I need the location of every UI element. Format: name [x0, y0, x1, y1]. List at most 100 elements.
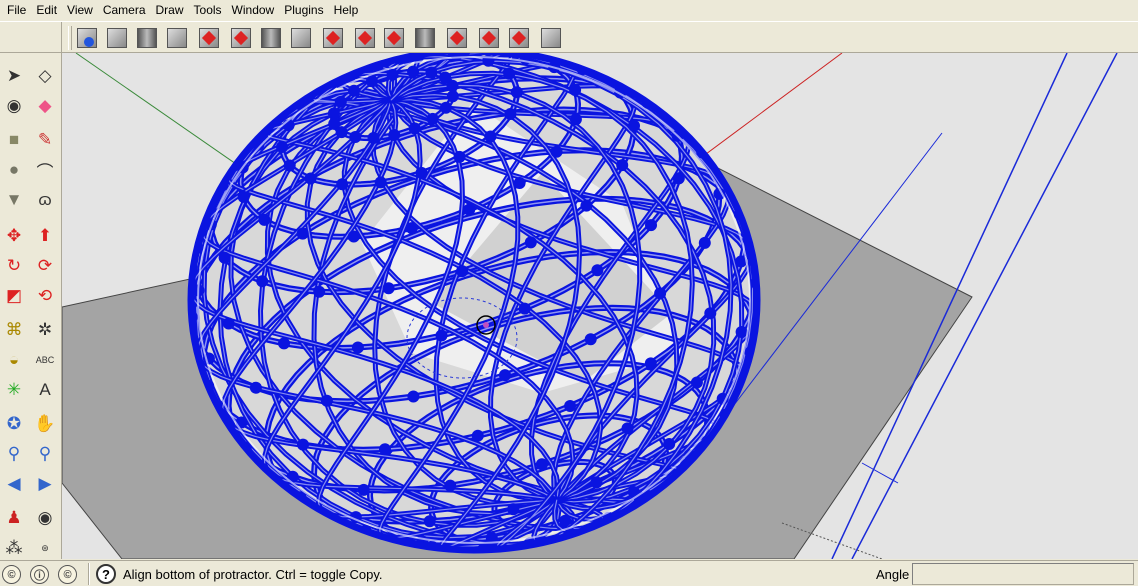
frame-node — [237, 190, 250, 203]
toolbar-grip[interactable] — [68, 26, 72, 50]
frame-node — [379, 443, 391, 456]
status-separator — [88, 563, 90, 585]
dimension-icon[interactable]: ✲ — [32, 317, 58, 343]
frame-node — [645, 219, 657, 232]
frame-node — [304, 172, 317, 185]
status-message: Align bottom of protractor. Ctrl = toggl… — [123, 567, 383, 582]
freehand-icon[interactable]: ɷ — [32, 187, 58, 213]
modeling-viewport[interactable] — [62, 53, 1138, 559]
frame-node — [327, 107, 340, 120]
credits-icon[interactable]: ⓘ — [30, 565, 49, 584]
frame-node — [425, 66, 438, 79]
frame-node — [386, 68, 399, 81]
eraser-pink-icon[interactable] — [506, 25, 532, 51]
frame-node — [584, 333, 597, 346]
frame-node — [559, 514, 572, 527]
section-plane-icon[interactable]: ⊛ — [32, 535, 58, 561]
follow-me-icon[interactable]: ⟳ — [32, 253, 58, 279]
orbit-icon[interactable]: ✪ — [1, 411, 27, 437]
eraser-pink-icon[interactable]: ◆ — [32, 93, 58, 119]
frame-node — [278, 337, 290, 350]
pan-icon[interactable]: ✋ — [32, 411, 58, 437]
bend-red-icon[interactable] — [444, 25, 470, 51]
axes-icon[interactable]: ✳ — [1, 377, 27, 403]
column-icon[interactable] — [134, 25, 160, 51]
polygon-icon[interactable]: ▼ — [1, 187, 27, 213]
angle-input[interactable] — [912, 563, 1134, 585]
arc-red-icon[interactable] — [320, 25, 346, 51]
menu-tools[interactable]: Tools — [189, 0, 227, 21]
eraser-icon[interactable]: ◇ — [32, 63, 58, 89]
pencil-pink-icon[interactable] — [381, 25, 407, 51]
3d-text-icon[interactable]: A — [32, 377, 58, 403]
frame-node — [218, 251, 231, 264]
frame-node — [504, 108, 517, 120]
menu-plugins[interactable]: Plugins — [279, 0, 328, 21]
menu-view[interactable]: View — [62, 0, 98, 21]
zoom-icon[interactable]: ⚲ — [1, 441, 27, 467]
select-icon[interactable]: ➤ — [1, 63, 27, 89]
rectangle-icon[interactable]: ■ — [1, 127, 27, 153]
menu-file[interactable]: File — [2, 0, 31, 21]
frame-node — [535, 458, 548, 471]
paint-bucket-icon[interactable]: ◉ — [1, 93, 27, 119]
frame-node — [335, 126, 348, 139]
bucket-paint-icon[interactable] — [74, 25, 100, 51]
geo-location-icon[interactable]: © — [2, 565, 21, 584]
frame-node — [415, 166, 428, 179]
frame-node — [357, 483, 370, 496]
menu-edit[interactable]: Edit — [31, 0, 62, 21]
circle-icon[interactable]: ● — [1, 157, 27, 183]
rotate-red-icon[interactable] — [196, 25, 222, 51]
walk-icon[interactable]: ⁂ — [1, 535, 27, 561]
frame-node — [524, 236, 537, 249]
frame-node — [456, 265, 469, 278]
frame-node — [249, 381, 262, 394]
scroll-icon[interactable] — [538, 25, 564, 51]
scale-icon[interactable]: ◩ — [1, 283, 27, 309]
menu-help[interactable]: Help — [329, 0, 364, 21]
frame-node — [654, 287, 667, 300]
star-red-icon[interactable] — [476, 25, 502, 51]
frame-node — [336, 178, 349, 191]
move-icon[interactable]: ✥ — [1, 223, 27, 249]
look-around-icon[interactable]: ◉ — [32, 505, 58, 531]
frame-node — [672, 172, 685, 185]
frame-node — [349, 131, 362, 143]
offset-icon[interactable]: ⟲ — [32, 283, 58, 309]
door-icon[interactable] — [288, 25, 314, 51]
frame-node — [313, 285, 326, 298]
frame-node — [663, 438, 676, 450]
hatch-icon[interactable] — [104, 25, 130, 51]
frame-node — [222, 317, 235, 330]
frame-node — [698, 236, 711, 249]
move-red-icon[interactable] — [352, 25, 378, 51]
frame-node — [463, 203, 476, 216]
curve-surface-icon[interactable] — [258, 25, 284, 51]
frame-node — [439, 71, 452, 84]
menu-camera[interactable]: Camera — [98, 0, 151, 21]
text-icon[interactable]: ABC — [32, 347, 58, 373]
position-camera-icon[interactable]: ♟ — [1, 505, 27, 531]
help-icon[interactable]: ? — [96, 564, 116, 584]
next-view-icon[interactable]: ▶ — [32, 471, 58, 497]
zoom-extents-icon[interactable]: ⚲ — [32, 441, 58, 467]
menu-draw[interactable]: Draw — [151, 0, 189, 21]
previous-view-icon[interactable]: ◀ — [1, 471, 27, 497]
pencil-icon[interactable]: ✎ — [32, 127, 58, 153]
frame-node — [644, 357, 657, 370]
protractor-icon[interactable]: ◒ — [1, 347, 27, 373]
arc-icon[interactable]: ⌒ — [32, 157, 58, 183]
frame-node — [374, 176, 387, 189]
user-icon[interactable]: © — [58, 565, 77, 584]
tape-measure-icon[interactable]: ⌘ — [1, 317, 27, 343]
explode-red-icon[interactable] — [228, 25, 254, 51]
frame-node — [283, 159, 296, 172]
scene-canvas[interactable] — [62, 53, 1138, 559]
frame-node — [704, 307, 717, 320]
wall-icon[interactable] — [164, 25, 190, 51]
frame-icon[interactable] — [412, 25, 438, 51]
rotate-icon[interactable]: ↻ — [1, 253, 27, 279]
menu-window[interactable]: Window — [227, 0, 280, 21]
push-pull-icon[interactable]: ⬆ — [32, 223, 58, 249]
